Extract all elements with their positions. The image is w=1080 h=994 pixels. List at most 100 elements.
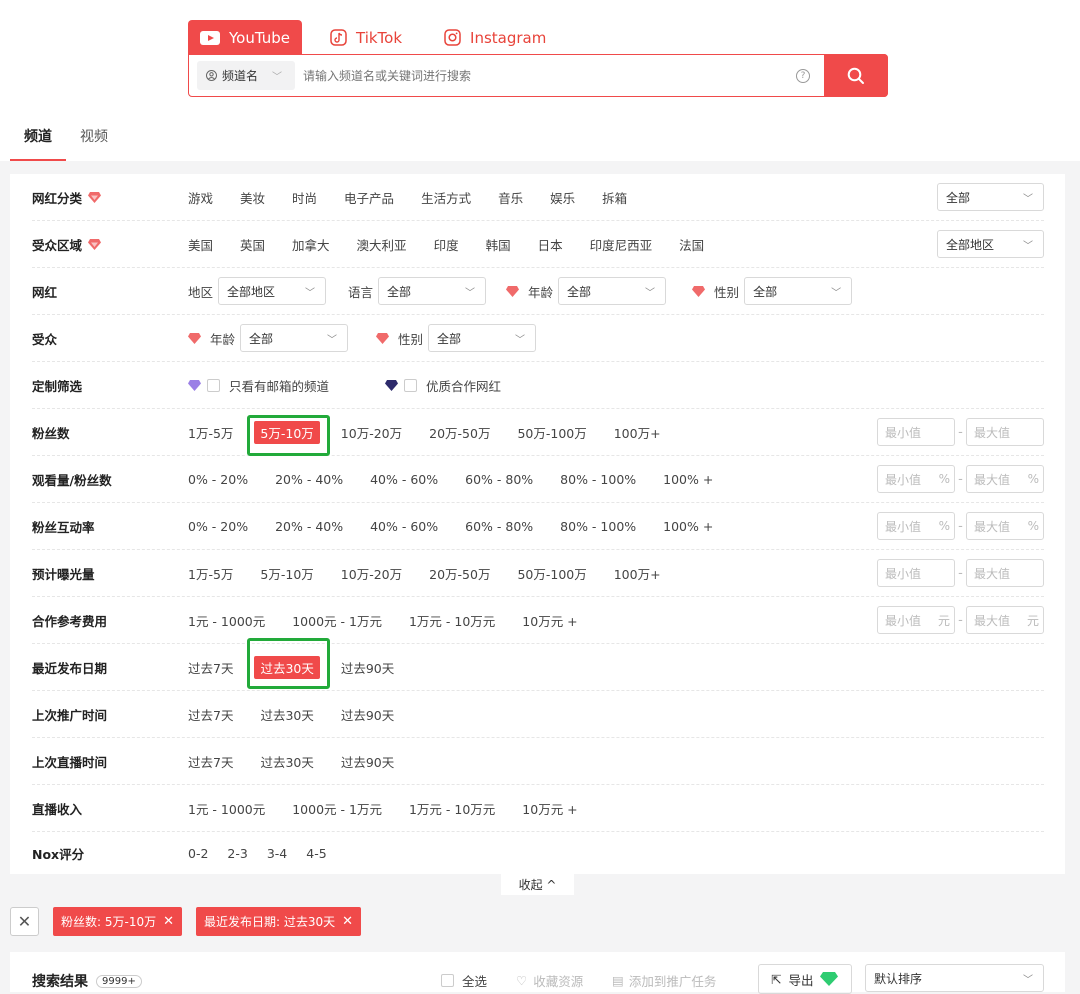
tab-channel[interactable]: 频道 [10, 120, 66, 161]
quality-partner-checkbox[interactable] [404, 378, 418, 392]
close-icon[interactable]: ✕ [342, 914, 353, 929]
fans-option[interactable]: 1万-5万 [188, 423, 233, 442]
max-input[interactable]: 最大值% [966, 465, 1044, 493]
nox-option[interactable]: 4-5 [306, 846, 326, 861]
region-option[interactable]: 法国 [679, 235, 704, 254]
view-ratio-option[interactable]: 20% - 40% [275, 472, 343, 487]
sort-select[interactable]: 默认排序 ﹀ [865, 964, 1044, 992]
category-option[interactable]: 拆箱 [602, 188, 627, 207]
view-ratio-option[interactable]: 60% - 80% [465, 472, 533, 487]
exposure-option[interactable]: 100万+ [614, 564, 661, 583]
region-option[interactable]: 加拿大 [292, 235, 330, 254]
min-input[interactable]: 最小值% [877, 465, 955, 493]
view-ratio-option[interactable]: 0% - 20% [188, 472, 248, 487]
tab-video[interactable]: 视频 [66, 120, 122, 161]
max-input[interactable]: 最大值 [966, 418, 1044, 446]
exposure-option[interactable]: 1万-5万 [188, 564, 233, 583]
max-input[interactable]: 最大值% [966, 512, 1044, 540]
search-input[interactable] [303, 60, 796, 91]
region-select[interactable]: 全部地区 ﹀ [937, 230, 1044, 258]
max-input[interactable]: 最大值 [966, 559, 1044, 587]
min-input[interactable]: 最小值% [877, 512, 955, 540]
last-post-option[interactable]: 过去90天 [341, 658, 394, 677]
region-option[interactable]: 印度 [434, 235, 459, 254]
filter-chip[interactable]: 最近发布日期: 过去30天 ✕ [196, 907, 362, 936]
engagement-option[interactable]: 80% - 100% [560, 519, 636, 534]
last-promo-option[interactable]: 过去30天 [260, 705, 313, 724]
fee-option[interactable]: 1元 - 1000元 [188, 611, 265, 630]
region-option[interactable]: 日本 [538, 235, 563, 254]
region-option[interactable]: 美国 [188, 235, 213, 254]
engagement-option[interactable]: 0% - 20% [188, 519, 248, 534]
add-task-button[interactable]: ▤ 添加到推广任务 [612, 971, 716, 990]
category-option[interactable]: 游戏 [188, 188, 213, 207]
fans-option[interactable]: 50万-100万 [517, 423, 586, 442]
view-ratio-option[interactable]: 100% + [663, 472, 713, 487]
search-type-select[interactable]: 频道名 ﹀ [197, 61, 295, 90]
live-income-option[interactable]: 1000元 - 1万元 [292, 799, 382, 818]
view-ratio-option[interactable]: 40% - 60% [370, 472, 438, 487]
region-option[interactable]: 印度尼西亚 [590, 235, 653, 254]
live-income-option[interactable]: 10万元 + [522, 799, 577, 818]
region-option[interactable]: 澳大利亚 [357, 235, 407, 254]
last-live-option[interactable]: 过去30天 [260, 752, 313, 771]
category-option[interactable]: 电子产品 [344, 188, 394, 207]
audience-age-select[interactable]: 全部 ﹀ [240, 324, 349, 352]
clear-filters-button[interactable]: ✕ [10, 907, 39, 936]
engagement-option[interactable]: 20% - 40% [275, 519, 343, 534]
last-promo-option[interactable]: 过去7天 [188, 705, 233, 724]
export-button[interactable]: ⇱ 导出 [758, 964, 852, 994]
region-option[interactable]: 英国 [240, 235, 265, 254]
fans-option[interactable]: 10万-20万 [341, 423, 402, 442]
select-all-checkbox[interactable] [441, 974, 454, 987]
last-promo-option[interactable]: 过去90天 [341, 705, 394, 724]
live-income-option[interactable]: 1元 - 1000元 [188, 799, 265, 818]
min-input[interactable]: 最小值元 [877, 606, 955, 634]
fee-option[interactable]: 1000元 - 1万元 [292, 611, 382, 630]
last-live-option[interactable]: 过去90天 [341, 752, 394, 771]
max-input[interactable]: 最大值元 [966, 606, 1044, 634]
email-only-checkbox[interactable] [207, 378, 220, 392]
exposure-option[interactable]: 20万-50万 [429, 564, 490, 583]
fee-option[interactable]: 1万元 - 10万元 [409, 611, 495, 630]
exposure-option[interactable]: 10万-20万 [341, 564, 402, 583]
tab-youtube[interactable]: YouTube [188, 20, 302, 55]
min-input[interactable]: 最小值 [877, 418, 955, 446]
category-option[interactable]: 时尚 [292, 188, 317, 207]
region-option[interactable]: 韩国 [486, 235, 511, 254]
category-option[interactable]: 美妆 [240, 188, 265, 207]
live-income-option[interactable]: 1万元 - 10万元 [409, 799, 495, 818]
nox-option[interactable]: 3-4 [267, 846, 287, 861]
category-select[interactable]: 全部 ﹀ [937, 183, 1044, 211]
filter-chip[interactable]: 粉丝数: 5万-10万 ✕ [53, 907, 182, 936]
collapse-button[interactable]: 收起 ^ [501, 874, 574, 895]
influencer-region-select[interactable]: 全部地区 ﹀ [218, 277, 327, 305]
fee-option[interactable]: 10万元 + [522, 611, 577, 630]
nox-option[interactable]: 2-3 [227, 846, 247, 861]
collect-button[interactable]: ♡ 收藏资源 [516, 971, 583, 990]
tab-tiktok[interactable]: TikTok [318, 20, 416, 55]
category-option[interactable]: 生活方式 [421, 188, 471, 207]
engagement-option[interactable]: 100% + [663, 519, 713, 534]
engagement-option[interactable]: 40% - 60% [370, 519, 438, 534]
fans-option[interactable]: 100万+ [614, 423, 661, 442]
language-select[interactable]: 全部 ﹀ [378, 277, 487, 305]
category-option[interactable]: 音乐 [498, 188, 523, 207]
search-button[interactable] [824, 54, 888, 97]
last-live-option[interactable]: 过去7天 [188, 752, 233, 771]
close-icon[interactable]: ✕ [163, 914, 174, 929]
tab-instagram[interactable]: Instagram [432, 20, 560, 55]
exposure-option[interactable]: 50万-100万 [517, 564, 586, 583]
nox-option[interactable]: 0-2 [188, 846, 208, 861]
last-post-option[interactable]: 过去7天 [188, 658, 233, 677]
select-all[interactable]: 全选 [441, 971, 487, 990]
category-option[interactable]: 娱乐 [550, 188, 575, 207]
min-input[interactable]: 最小值 [877, 559, 955, 587]
fans-option[interactable]: 20万-50万 [429, 423, 490, 442]
exposure-option[interactable]: 5万-10万 [260, 564, 313, 583]
influencer-gender-select[interactable]: 全部 ﹀ [744, 277, 853, 305]
help-icon[interactable]: ? [796, 68, 810, 83]
influencer-age-select[interactable]: 全部 ﹀ [558, 277, 667, 305]
audience-gender-select[interactable]: 全部 ﹀ [428, 324, 537, 352]
view-ratio-option[interactable]: 80% - 100% [560, 472, 636, 487]
